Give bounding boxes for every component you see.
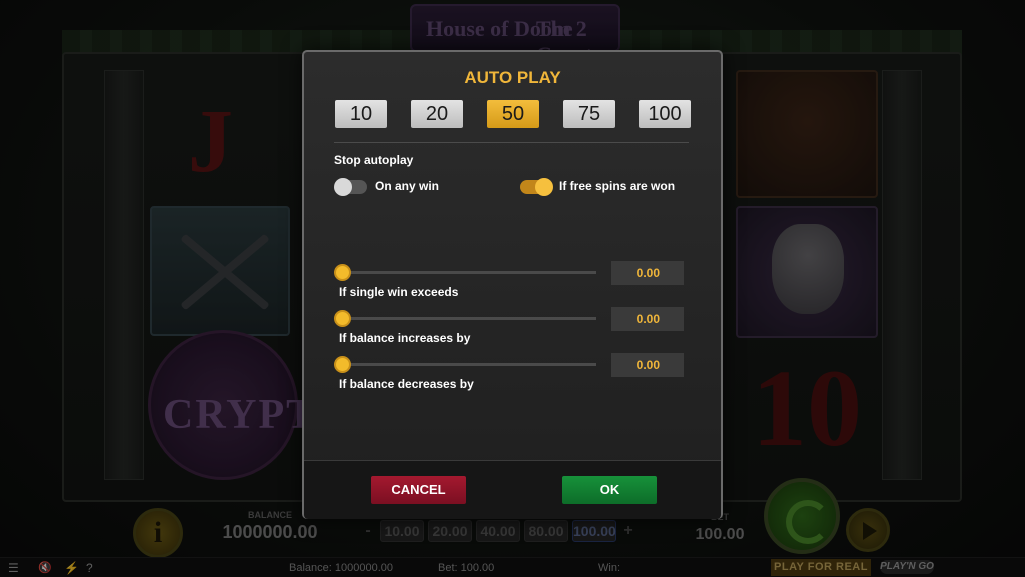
dialog-title: AUTO PLAY (464, 68, 561, 87)
slider-handle[interactable] (334, 264, 351, 281)
single-win-value: 0.00 (611, 261, 684, 285)
single-win-label: If single win exceeds (339, 285, 459, 299)
spin-count-50-button[interactable]: 50 (487, 100, 539, 128)
slider-handle[interactable] (334, 310, 351, 327)
balance-increase-slider[interactable] (334, 310, 596, 327)
single-win-slider[interactable] (334, 264, 596, 281)
balance-decrease-slider[interactable] (334, 356, 596, 373)
balance-increase-label: If balance increases by (339, 331, 471, 345)
balance-decrease-value: 0.00 (611, 353, 684, 377)
spin-count-10-button[interactable]: 10 (335, 100, 387, 128)
spin-count-20-button[interactable]: 20 (411, 100, 463, 128)
spin-count-100-button[interactable]: 100 (639, 100, 691, 128)
stop-autoplay-label: Stop autoplay (334, 153, 414, 167)
dialog-footer: CANCEL OK (304, 460, 721, 519)
toggle-knob (334, 178, 352, 196)
cancel-button[interactable]: CANCEL (371, 476, 466, 504)
free-spins-won-label: If free spins are won (559, 179, 676, 193)
divider (334, 142, 689, 143)
on-any-win-label: On any win (375, 179, 440, 193)
on-any-win-toggle[interactable] (334, 178, 367, 196)
slider-handle[interactable] (334, 356, 351, 373)
spin-count-options: 10 20 50 75 100 (335, 100, 691, 128)
balance-decrease-label: If balance decreases by (339, 377, 474, 391)
autoplay-dialog: AUTO PLAY 10 20 50 75 100 Stop autoplay … (302, 50, 723, 519)
ok-button[interactable]: OK (562, 476, 657, 504)
toggle-knob (535, 178, 553, 196)
free-spins-won-toggle[interactable] (520, 178, 553, 196)
balance-increase-value: 0.00 (611, 307, 684, 331)
spin-count-75-button[interactable]: 75 (563, 100, 615, 128)
